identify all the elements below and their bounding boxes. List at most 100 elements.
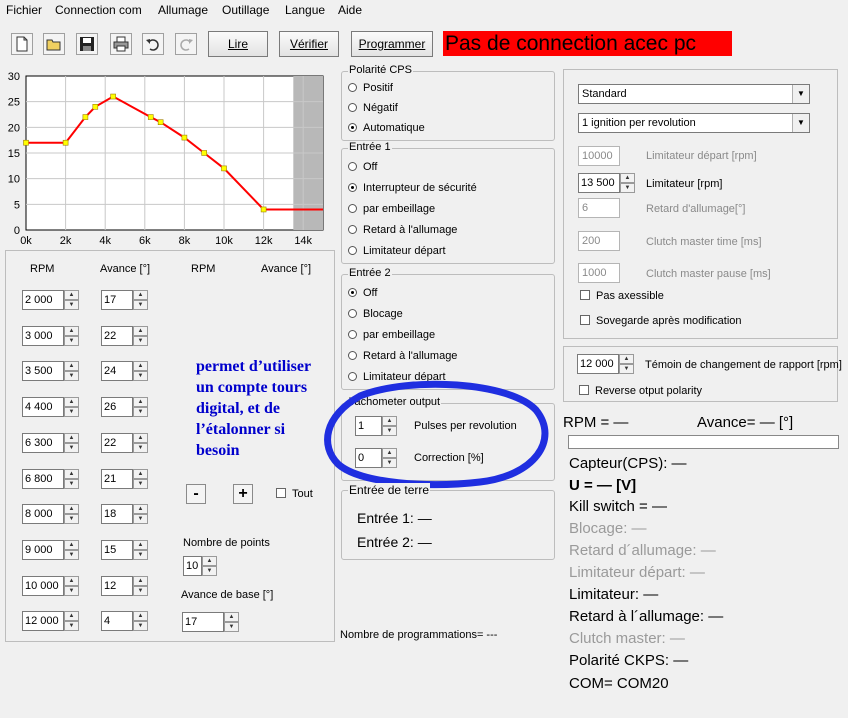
advance-value[interactable]: 22 (101, 325, 133, 346)
limiter-stepper[interactable]: 13 500 ▲ ▼ (578, 173, 636, 193)
rpm-stepper[interactable]: 4 400 ▲ ▼ (22, 397, 79, 418)
menu-connection-com[interactable]: Connection com (55, 3, 142, 17)
spin-up-icon[interactable]: ▲ (133, 611, 148, 622)
chart-data-point[interactable] (23, 139, 29, 146)
rpm-value[interactable]: 3 000 (22, 325, 64, 346)
spin-down-icon[interactable]: ▼ (133, 514, 148, 525)
advance-stepper[interactable]: 24 ▲ ▼ (101, 361, 148, 382)
rpm-value[interactable]: 3 500 (22, 361, 64, 382)
advance-stepper[interactable]: 26 ▲ ▼ (101, 397, 148, 418)
rpm-stepper[interactable]: 3 500 ▲ ▼ (22, 361, 79, 382)
spin-down-icon[interactable]: ▼ (64, 621, 79, 632)
new-file-icon[interactable] (11, 33, 33, 55)
advance-stepper[interactable]: 21 ▲ ▼ (101, 468, 148, 489)
rpm-value[interactable]: 4 400 (22, 397, 64, 418)
open-folder-icon[interactable] (43, 33, 65, 55)
rpm-stepper[interactable]: 10 000 ▲ ▼ (22, 575, 79, 596)
spin-up-icon[interactable]: ▲ (133, 468, 148, 479)
shift-light-value[interactable]: 12 000 (577, 354, 619, 374)
spin-up-icon[interactable]: ▲ (64, 539, 79, 550)
base-advance-stepper[interactable]: 17 ▲ ▼ (182, 612, 240, 632)
spin-down-icon[interactable]: ▼ (133, 585, 148, 596)
menu-fichier[interactable]: Fichier (6, 3, 42, 17)
advance-value[interactable]: 22 (101, 432, 133, 453)
spin-down-icon[interactable]: ▼ (64, 549, 79, 560)
radio-button[interactable] (348, 351, 357, 360)
rpm-stepper[interactable]: 9 000 ▲ ▼ (22, 539, 79, 560)
reverse-polarity-checkbox[interactable]: Reverse otput polarity (579, 385, 702, 397)
radio-button[interactable] (348, 103, 357, 112)
advance-stepper[interactable]: 18 ▲ ▼ (101, 504, 148, 525)
spin-up-icon[interactable]: ▲ (64, 397, 79, 408)
checkbox-box[interactable] (579, 385, 589, 395)
print-icon[interactable] (110, 33, 132, 55)
advance-value[interactable]: 4 (101, 611, 133, 632)
input2-radio-3[interactable]: Retard à l'allumage (348, 350, 457, 362)
rpm-value[interactable]: 9 000 (22, 539, 64, 560)
rpm-stepper[interactable]: 6 300 ▲ ▼ (22, 432, 79, 453)
radio-button[interactable] (348, 309, 357, 318)
chevron-down-icon[interactable]: ▼ (792, 85, 809, 103)
spin-down-icon[interactable]: ▼ (133, 300, 148, 310)
chart-data-point[interactable] (157, 119, 164, 126)
input2-radio-0[interactable]: Off (348, 287, 377, 299)
input2-radio-1[interactable]: Blocage (348, 308, 403, 320)
input1-radio-1[interactable]: Interrupteur de sécurité (348, 182, 477, 194)
spin-up-icon[interactable]: ▲ (133, 361, 148, 372)
menu-langue[interactable]: Langue (285, 3, 325, 17)
spin-down-icon[interactable]: ▼ (620, 183, 635, 193)
ignition-select[interactable]: 1 ignition per revolution ▼ (578, 113, 810, 133)
polarity-radio-1[interactable]: Négatif (348, 102, 398, 114)
spin-up-icon[interactable]: ▲ (64, 432, 79, 443)
spin-up-icon[interactable]: ▲ (64, 325, 79, 336)
all-checkbox[interactable]: Tout (276, 488, 313, 500)
chart-data-point[interactable] (181, 134, 188, 141)
spin-up-icon[interactable]: ▲ (619, 354, 634, 364)
base-advance-value[interactable]: 17 (182, 612, 224, 632)
redo-icon[interactable] (175, 33, 197, 55)
shift-light-stepper[interactable]: 12 000 ▲ ▼ (577, 354, 635, 374)
chart-data-point[interactable] (201, 150, 207, 156)
mode-select[interactable]: Standard ▼ (578, 84, 810, 104)
program-button[interactable]: Programmer (351, 31, 433, 57)
advance-value[interactable]: 18 (101, 504, 133, 525)
spin-up-icon[interactable]: ▲ (133, 432, 148, 443)
menu-aide[interactable]: Aide (338, 3, 362, 17)
spin-up-icon[interactable]: ▲ (64, 361, 79, 372)
verify-button[interactable]: Vérifier (279, 31, 339, 57)
spin-up-icon[interactable]: ▲ (224, 612, 239, 622)
input2-radio-2[interactable]: par embeillage (348, 329, 435, 341)
spin-up-icon[interactable]: ▲ (133, 575, 148, 586)
save-after-checkbox[interactable]: Sovegarde après modification (580, 315, 742, 327)
checkbox-box[interactable] (276, 488, 286, 498)
spin-down-icon[interactable]: ▼ (64, 514, 79, 525)
spin-up-icon[interactable]: ▲ (64, 468, 79, 479)
save-icon[interactable] (76, 33, 98, 55)
polarity-radio-0[interactable]: Positif (348, 82, 393, 94)
rpm-value[interactable]: 12 000 (22, 611, 64, 632)
rpm-value[interactable]: 6 300 (22, 432, 64, 453)
spin-down-icon[interactable]: ▼ (133, 478, 148, 489)
chart-data-point[interactable] (147, 114, 154, 120)
advance-value[interactable]: 15 (101, 539, 133, 560)
advance-stepper[interactable]: 12 ▲ ▼ (101, 575, 148, 596)
spin-down-icon[interactable]: ▼ (64, 478, 79, 489)
limiter-value[interactable]: 13 500 (578, 173, 620, 193)
spin-up-icon[interactable]: ▲ (64, 504, 79, 515)
spin-down-icon[interactable]: ▼ (64, 371, 79, 382)
rpm-stepper[interactable]: 6 800 ▲ ▼ (22, 468, 79, 489)
spin-up-icon[interactable]: ▲ (64, 575, 79, 586)
rpm-stepper[interactable]: 12 000 ▲ ▼ (22, 611, 79, 632)
advance-value[interactable]: 21 (101, 468, 133, 489)
spin-down-icon[interactable]: ▼ (133, 407, 148, 418)
spin-up-icon[interactable]: ▲ (133, 290, 148, 300)
chart-data-point[interactable] (62, 139, 69, 146)
radio-button[interactable] (348, 123, 357, 132)
spin-down-icon[interactable]: ▼ (64, 407, 79, 418)
checkbox-box[interactable] (580, 315, 590, 325)
remove-point-button[interactable]: - (186, 484, 206, 504)
spin-down-icon[interactable]: ▼ (202, 566, 217, 576)
rpm-stepper[interactable]: 3 000 ▲ ▼ (22, 325, 79, 346)
rpm-value[interactable]: 10 000 (22, 575, 64, 596)
radio-button[interactable] (348, 246, 357, 255)
